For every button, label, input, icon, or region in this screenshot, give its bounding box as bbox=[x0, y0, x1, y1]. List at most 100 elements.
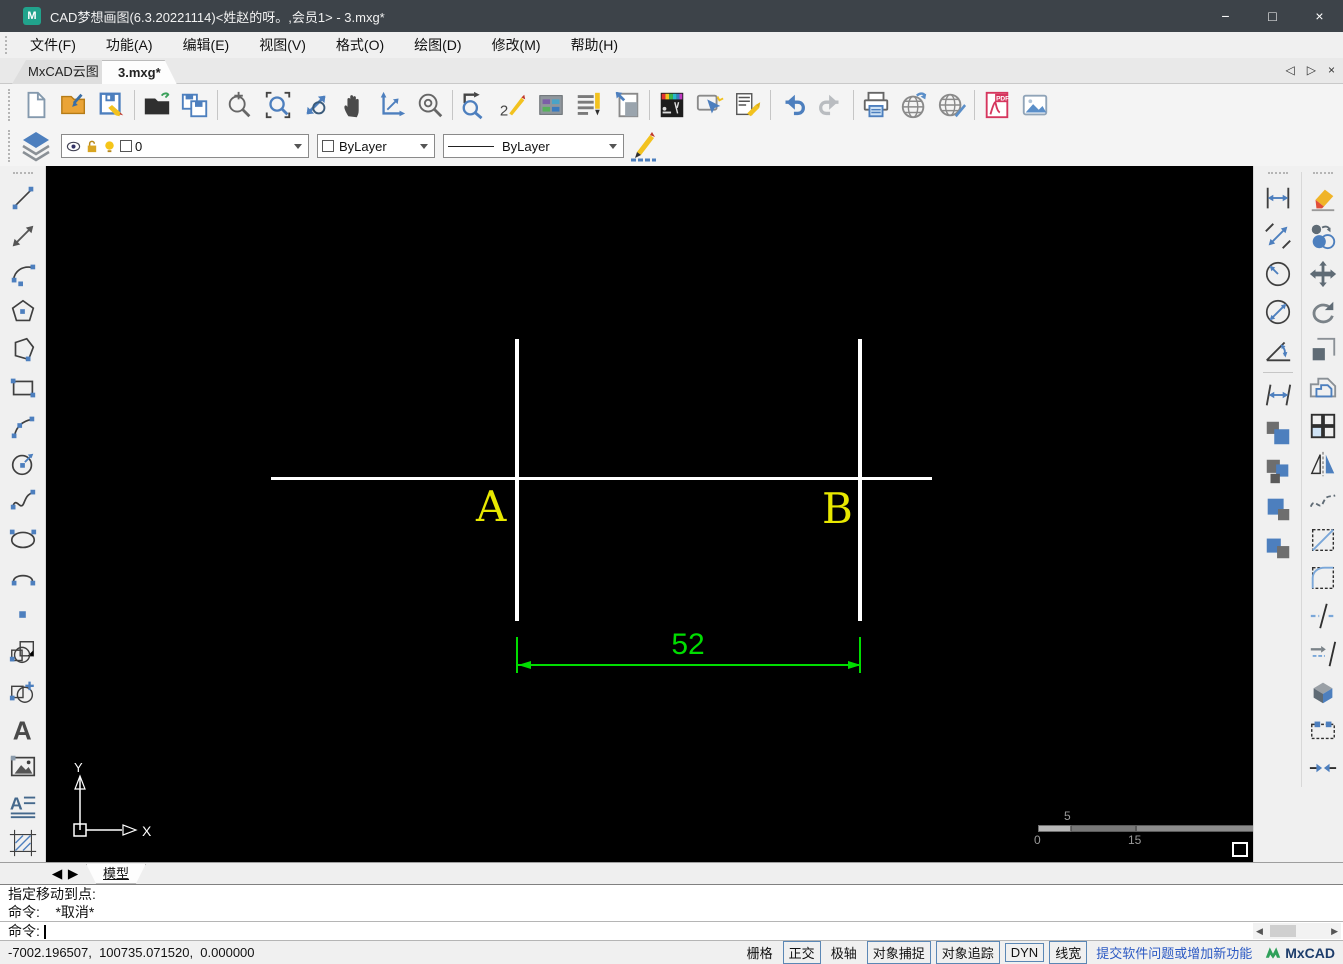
copy-entity-button[interactable] bbox=[1260, 414, 1296, 452]
join-button[interactable] bbox=[1305, 749, 1341, 787]
diameter-dimension-button[interactable] bbox=[1260, 293, 1296, 331]
angular-dimension-button[interactable] bbox=[1260, 331, 1296, 369]
horizontal-line[interactable] bbox=[271, 477, 932, 480]
menu-edit[interactable]: 编辑(E) bbox=[168, 35, 245, 55]
ellipse-tool-button[interactable] bbox=[5, 520, 41, 558]
drawing-canvas[interactable]: A B 52 Y X 5 35 0 15 bbox=[46, 166, 1253, 862]
explode-button[interactable] bbox=[1305, 673, 1341, 711]
select-entity-button[interactable] bbox=[691, 86, 729, 124]
maximize-button[interactable]: □ bbox=[1249, 0, 1296, 32]
tab-3mxg[interactable]: 3.mxg* bbox=[102, 60, 177, 84]
vertical-line-a[interactable] bbox=[515, 339, 519, 621]
erase-button[interactable] bbox=[1305, 179, 1341, 217]
command-scrollbar[interactable]: ◀ ▶ bbox=[1253, 923, 1341, 939]
elliptical-arc-tool-button[interactable] bbox=[5, 558, 41, 596]
match-properties-button[interactable] bbox=[729, 86, 767, 124]
chamfer-button[interactable] bbox=[1305, 521, 1341, 559]
arc-tool-button[interactable] bbox=[5, 255, 41, 293]
publish-web-button[interactable] bbox=[895, 86, 933, 124]
toggle-otrack[interactable]: 对象追踪 bbox=[935, 941, 1000, 964]
rotate-button[interactable] bbox=[1305, 293, 1341, 331]
toggle-polar[interactable]: 极轴 bbox=[826, 942, 862, 963]
zoom-scale-button[interactable] bbox=[373, 86, 411, 124]
scroll-left-icon[interactable]: ◀ bbox=[1256, 926, 1263, 937]
menu-modify[interactable]: 修改(M) bbox=[477, 35, 556, 55]
sketch-button[interactable]: 2 bbox=[494, 86, 532, 124]
toggle-lineweight[interactable]: 线宽 bbox=[1049, 941, 1088, 964]
move-button[interactable] bbox=[1305, 255, 1341, 293]
menu-file[interactable]: 文件(F) bbox=[15, 35, 91, 55]
linetype-select[interactable]: ByLayer bbox=[443, 134, 624, 158]
make-block-tool-button[interactable] bbox=[5, 634, 41, 672]
offset-button[interactable] bbox=[1305, 369, 1341, 407]
polygon-tool-button[interactable] bbox=[5, 293, 41, 331]
rectangle-tool-button[interactable] bbox=[5, 369, 41, 407]
open-file-button[interactable] bbox=[138, 86, 176, 124]
linetype-dropdown-caret-icon[interactable] bbox=[609, 143, 617, 149]
trim-button[interactable] bbox=[1305, 597, 1341, 635]
toolbar-drag-handle[interactable] bbox=[8, 89, 13, 121]
export-pdf-button[interactable]: PDF bbox=[978, 86, 1016, 124]
scroll-right-icon[interactable]: ▶ bbox=[1331, 926, 1338, 937]
minimize-button[interactable]: − bbox=[1202, 0, 1249, 32]
color-select[interactable]: ByLayer bbox=[317, 134, 435, 158]
radius-dimension-button[interactable] bbox=[1260, 255, 1296, 293]
sheet-prev-icon[interactable]: ◀ bbox=[50, 866, 64, 882]
text-style-button[interactable] bbox=[570, 86, 608, 124]
export-image-button[interactable] bbox=[1016, 86, 1054, 124]
mirror-button[interactable] bbox=[1305, 445, 1341, 483]
curve-tool-button[interactable] bbox=[5, 407, 41, 445]
circle-tool-button[interactable] bbox=[5, 445, 41, 483]
tab-mxcad-cloud[interactable]: MxCAD云图 bbox=[12, 60, 115, 84]
line-tool-button[interactable] bbox=[5, 179, 41, 217]
toggle-dyn[interactable]: DYN bbox=[1004, 943, 1045, 962]
draw-settings-button[interactable] bbox=[653, 86, 691, 124]
aligned-dimension-button[interactable] bbox=[1260, 217, 1296, 255]
copy-button[interactable] bbox=[1305, 217, 1341, 255]
menu-view[interactable]: 视图(V) bbox=[244, 35, 321, 55]
page-setup-button[interactable] bbox=[608, 86, 646, 124]
new-button[interactable] bbox=[17, 86, 55, 124]
menubar-drag-handle[interactable] bbox=[5, 36, 9, 54]
print-button[interactable] bbox=[857, 86, 895, 124]
image-tool-button[interactable] bbox=[5, 748, 41, 786]
pan-button[interactable] bbox=[335, 86, 373, 124]
toggle-grid[interactable]: 栅格 bbox=[742, 942, 778, 963]
layer-manager-button[interactable] bbox=[17, 127, 55, 165]
paste-block-button[interactable] bbox=[1260, 528, 1296, 566]
command-input[interactable]: 命令: bbox=[0, 922, 1343, 941]
open-drawing-button[interactable] bbox=[55, 86, 93, 124]
cut-entity-button[interactable] bbox=[1260, 452, 1296, 490]
zoom-window-button[interactable] bbox=[259, 86, 297, 124]
paste-entity-button[interactable] bbox=[1260, 490, 1296, 528]
toggle-ortho[interactable]: 正交 bbox=[782, 941, 821, 964]
layer-select[interactable]: 0 bbox=[61, 134, 309, 158]
menu-format[interactable]: 格式(O) bbox=[321, 35, 399, 55]
dimension-update-button[interactable] bbox=[1260, 376, 1296, 414]
spline-tool-button[interactable] bbox=[5, 483, 41, 521]
text-tool-button[interactable]: A bbox=[5, 710, 41, 748]
array-button[interactable] bbox=[1305, 407, 1341, 445]
zoom-extents-button[interactable] bbox=[297, 86, 335, 124]
zoom-previous-button[interactable] bbox=[456, 86, 494, 124]
menu-function[interactable]: 功能(A) bbox=[91, 35, 168, 55]
extend-button[interactable] bbox=[1305, 635, 1341, 673]
scale-button[interactable] bbox=[1305, 331, 1341, 369]
sheet-next-icon[interactable]: ▶ bbox=[66, 866, 80, 882]
toolbar-drag-handle[interactable] bbox=[8, 130, 13, 162]
linear-dimension-button[interactable] bbox=[1260, 179, 1296, 217]
vertical-line-b[interactable] bbox=[858, 339, 862, 621]
toolbar-drag-handle[interactable] bbox=[1268, 172, 1288, 177]
zoom-center-button[interactable] bbox=[411, 86, 449, 124]
stretch-button[interactable] bbox=[1305, 711, 1341, 749]
tab-next-icon[interactable]: ▷ bbox=[1307, 63, 1316, 77]
zoom-in-out-button[interactable] bbox=[221, 86, 259, 124]
tab-prev-icon[interactable]: ◁ bbox=[1286, 63, 1295, 77]
point-tool-button[interactable] bbox=[5, 596, 41, 634]
toggle-osnap[interactable]: 对象捕捉 bbox=[866, 941, 931, 964]
toolbar-drag-handle[interactable] bbox=[1312, 172, 1333, 177]
polyline-tool-button[interactable] bbox=[5, 331, 41, 369]
scrollbar-thumb[interactable] bbox=[1270, 925, 1296, 937]
hatch-tool-button[interactable] bbox=[5, 824, 41, 862]
color-palette-button[interactable] bbox=[532, 86, 570, 124]
